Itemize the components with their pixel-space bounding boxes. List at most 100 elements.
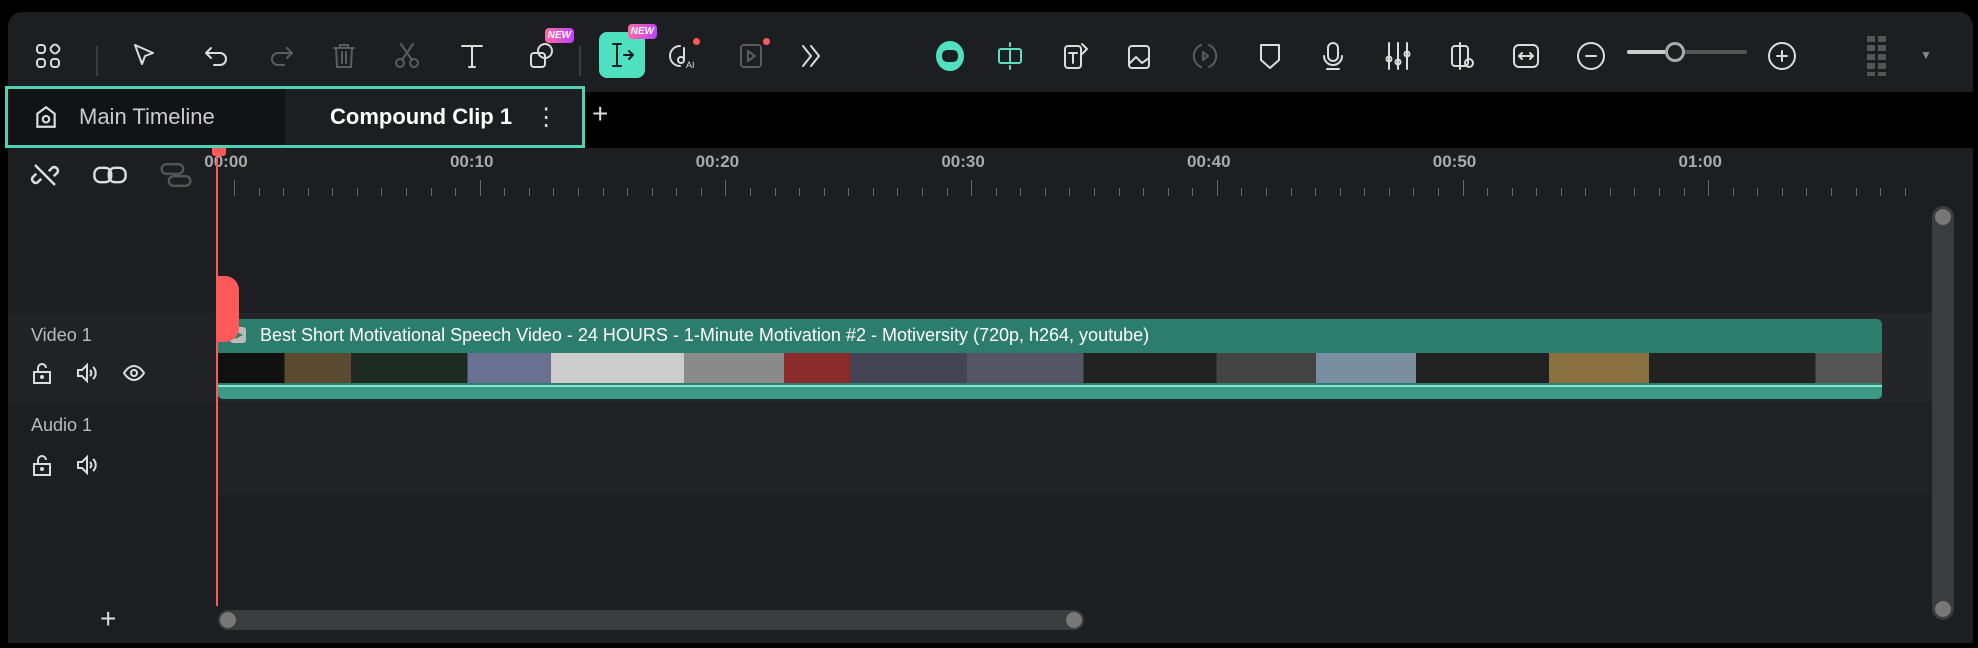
ruler-label: 00:20	[695, 152, 740, 171]
lock-icon[interactable]	[30, 453, 54, 482]
tab-main-timeline[interactable]: Main Timeline	[8, 89, 285, 145]
ruler-tick	[1216, 180, 1218, 196]
zoom-in-icon[interactable]	[1762, 36, 1802, 76]
divider	[579, 46, 581, 76]
layout-dropdown-icon[interactable]: ▼	[1920, 48, 1932, 62]
ruler-tick	[479, 180, 481, 196]
ruler-tick	[872, 188, 874, 196]
text-icon[interactable]	[453, 36, 493, 76]
ai-video-edit-icon[interactable]	[732, 36, 772, 76]
fit-timeline-icon[interactable]	[1506, 36, 1546, 76]
ruler-tick	[1487, 188, 1489, 196]
ruler-tick	[283, 188, 285, 196]
ruler-tick	[307, 188, 309, 196]
video-track-header: Video 1	[8, 313, 215, 403]
playhead[interactable]	[216, 142, 218, 606]
ruler-label: 00:40	[1187, 152, 1231, 171]
cut-icon[interactable]	[387, 36, 427, 76]
apps-grid-icon[interactable]	[28, 36, 68, 76]
audio-track-label: Audio 1	[31, 415, 93, 435]
speed-ramp-icon[interactable]	[1185, 36, 1225, 76]
playhead-marker[interactable]	[217, 276, 239, 342]
ai-image-icon[interactable]	[1120, 36, 1160, 76]
ruler-tick	[651, 188, 653, 196]
zoom-out-icon[interactable]	[1571, 36, 1611, 76]
ruler-tick	[897, 188, 899, 196]
ruler-tick	[725, 180, 727, 196]
delete-icon[interactable]	[324, 36, 364, 76]
ruler-tick	[1364, 188, 1366, 196]
ruler-tick	[1437, 188, 1439, 196]
text-to-speech-icon[interactable]	[1056, 36, 1096, 76]
microphone-icon[interactable]	[1313, 36, 1353, 76]
audio-track-lane	[215, 405, 1935, 495]
vertical-scrollbar[interactable]	[1932, 206, 1954, 620]
ruler-tick	[1634, 188, 1636, 196]
horizontal-scrollbar[interactable]	[218, 610, 1084, 630]
ruler-tick	[676, 188, 678, 196]
ruler-label: 00:10	[449, 152, 494, 171]
zoom-slider[interactable]	[1627, 42, 1747, 62]
tab-compound-label: Compound Clip 1	[330, 104, 513, 129]
ruler-tick	[774, 188, 776, 196]
more-chevrons-icon[interactable]	[791, 36, 831, 76]
ruler-tick	[1315, 188, 1317, 196]
ruler-label: 00:00	[204, 152, 248, 171]
ruler-tick	[1265, 188, 1267, 196]
undo-icon[interactable]	[197, 36, 237, 76]
ruler-label: 01:00	[1678, 152, 1722, 171]
ruler-tick	[1118, 188, 1120, 196]
group-icon[interactable]	[158, 160, 194, 195]
ruler-tick	[1462, 180, 1464, 196]
ai-music-icon[interactable]: AI	[662, 36, 702, 76]
ruler-label: 00:50	[1432, 152, 1477, 171]
clip-thumbnails	[218, 353, 1882, 383]
ruler-tick	[1781, 188, 1783, 196]
ruler-tick	[1683, 188, 1685, 196]
audio-mixer-icon[interactable]	[1378, 36, 1418, 76]
video-clip[interactable]: Best Short Motivational Speech Video - 2…	[218, 319, 1882, 399]
ruler-tick	[946, 188, 948, 196]
ruler-tick	[1044, 188, 1046, 196]
ruler-tick	[1880, 188, 1882, 196]
compound-clip-icon[interactable]: NEW	[599, 24, 657, 78]
marker-icon[interactable]	[1250, 36, 1290, 76]
ruler-tick	[504, 188, 506, 196]
divider	[96, 46, 98, 76]
redo-icon[interactable]	[261, 36, 301, 76]
unlink-icon[interactable]	[30, 160, 60, 195]
ai-assistant-icon[interactable]	[930, 36, 970, 76]
ruler-tick	[1069, 188, 1071, 196]
new-badge: NEW	[627, 24, 657, 39]
ruler-tick	[553, 188, 555, 196]
ruler-tick	[577, 188, 579, 196]
ruler-tick	[430, 188, 432, 196]
preview-render-icon[interactable]	[1443, 36, 1483, 76]
ruler-tick	[700, 188, 702, 196]
add-track-button[interactable]: +	[100, 603, 116, 635]
video-track-label: Video 1	[31, 325, 92, 345]
ruler-tick	[848, 188, 850, 196]
ruler-tick	[234, 180, 235, 196]
ruler-tick	[1609, 188, 1611, 196]
speaker-icon[interactable]	[74, 361, 98, 390]
link-icon[interactable]	[92, 160, 128, 195]
select-pointer-icon[interactable]	[125, 36, 165, 76]
tab-compound-clip[interactable]: Compound Clip 1 ⋮	[285, 89, 582, 145]
speaker-icon[interactable]	[74, 453, 98, 482]
ruler-tick	[405, 188, 407, 196]
ruler-tick	[1585, 188, 1587, 196]
add-tab-button[interactable]: +	[592, 98, 608, 130]
zoom-slider-thumb[interactable]	[1665, 42, 1685, 62]
ruler-tick	[971, 180, 973, 196]
ruler-tick	[356, 188, 358, 196]
shapes-icon[interactable]: NEW	[522, 28, 574, 76]
lock-icon[interactable]	[30, 361, 54, 390]
ruler-tick	[1020, 188, 1022, 196]
eye-icon[interactable]	[122, 361, 146, 390]
layout-grid-icon[interactable]	[1857, 36, 1897, 76]
ruler-tick	[1388, 188, 1390, 196]
tab-more-icon[interactable]: ⋮	[534, 103, 558, 132]
split-scene-icon[interactable]	[990, 36, 1030, 76]
ruler-tick	[1192, 188, 1194, 196]
